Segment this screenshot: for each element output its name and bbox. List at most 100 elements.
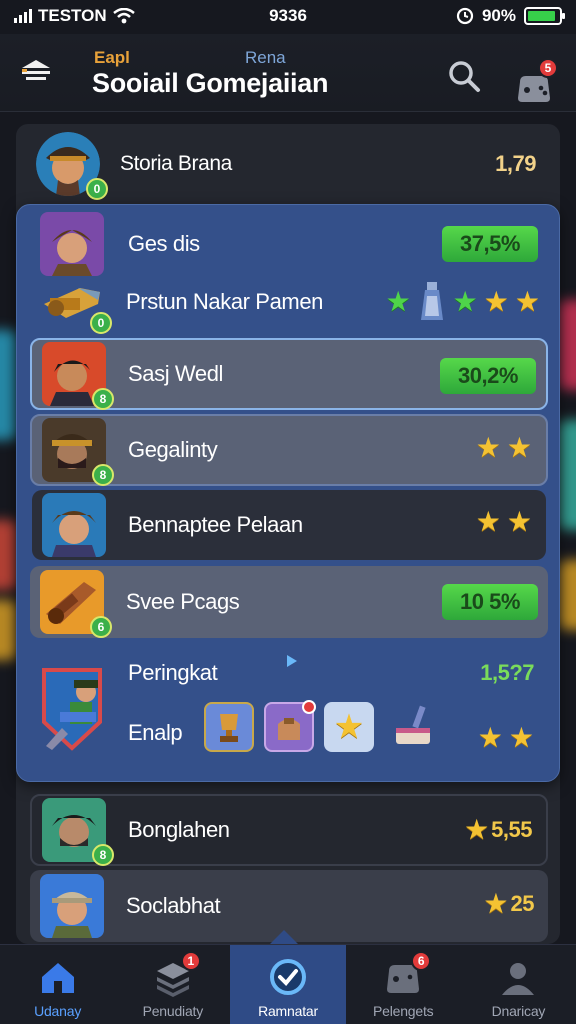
player-name: Gegalinty — [128, 437, 218, 462]
nav-label: Penudiaty — [142, 1003, 204, 1019]
star-icon: ★ — [464, 814, 490, 845]
alarm-icon — [456, 7, 474, 25]
star-icon: ★ — [475, 506, 501, 537]
avatar: 8 — [42, 342, 114, 410]
reward-item-chest[interactable] — [204, 702, 254, 752]
rank-score: 1,5?7 — [480, 660, 534, 685]
leaderboard-row[interactable]: 6 Svee Pcags 10 5% — [30, 566, 548, 638]
player-name: Bennaptee Pelaan — [128, 512, 303, 537]
rank-summary-block[interactable]: Peringkat 1,5?7 Enalp ★ ★ ★ — [40, 654, 548, 766]
profile-icon — [502, 963, 535, 995]
nav-label: Dnaricay — [491, 1003, 546, 1019]
star-icon: ★ — [508, 722, 534, 753]
active-tab-indicator — [270, 930, 298, 944]
background-glow — [558, 300, 576, 390]
carrier-name: TESTON — [38, 6, 107, 25]
nav-item-stack[interactable]: 1 Penudiaty — [115, 945, 230, 1024]
level-badge: 6 — [90, 616, 112, 638]
app-header: Eapl Rena Sooiail Gomejaiian 5 — [0, 34, 576, 112]
header-subtitle-left: Eapl — [94, 48, 130, 67]
nav-item-games[interactable]: 6 Pelengets — [346, 945, 461, 1024]
avatar: 8 — [42, 418, 114, 486]
player-name: Sasj Wedl — [128, 361, 224, 386]
leaderboard-row[interactable]: 8 Bonglahen ★ 5,55 — [30, 794, 548, 866]
avatar — [42, 493, 106, 557]
player-score: 25 — [510, 891, 535, 916]
menu-button[interactable] — [18, 56, 54, 86]
nav-label: Pelengets — [372, 1003, 434, 1019]
player-name: Bonglahen — [128, 817, 230, 842]
player-score: 5,55 — [491, 817, 532, 842]
notification-badge: 5 — [538, 58, 558, 78]
avatar — [40, 874, 104, 938]
star-icon: ★ — [514, 286, 540, 317]
leaderboard-row[interactable]: 8 Gegalinty ★ ★ — [30, 414, 548, 486]
bag-icon — [278, 718, 300, 740]
leaderboard-row[interactable]: Bennaptee Pelaan ★ ★ — [32, 490, 546, 560]
trophy-icon — [220, 714, 238, 742]
star-icon: ★ — [477, 722, 503, 753]
reward-item-bag[interactable] — [264, 700, 316, 752]
nav-item-clock[interactable]: Ramnatar — [230, 945, 346, 1024]
avatar — [40, 212, 104, 276]
menu-icon — [22, 60, 50, 80]
player-name: Storia Brana — [120, 152, 232, 175]
level-badge: 8 — [92, 844, 114, 866]
player-name: Prstun Nakar Pamen — [126, 289, 323, 314]
background-glow — [558, 420, 576, 530]
player-name: Svee Pcags — [126, 589, 240, 614]
play-indicator-icon — [287, 655, 297, 667]
leaderboard-row-highlighted[interactable]: 8 Sasj Wedl 30,2% — [30, 338, 548, 410]
leaderboard-row[interactable]: Ges dis 37,5% — [40, 212, 548, 276]
home-icon — [41, 963, 74, 993]
score-badge: 10 5% — [442, 584, 538, 620]
avatar: 6 — [40, 570, 112, 638]
star-icon: ★ — [506, 506, 532, 537]
level-badge: 0 — [86, 178, 108, 200]
cake-icon — [396, 705, 430, 744]
star-icon: ★ — [475, 432, 501, 463]
star-icon: ★ — [333, 708, 365, 746]
clock: 9336 — [269, 6, 307, 25]
nav-badge: 1 — [180, 951, 201, 971]
player-name: Ges dis — [128, 231, 200, 256]
avatar: 0 — [40, 274, 112, 334]
nav-item-profile[interactable]: Dnaricay — [461, 945, 576, 1024]
star-icon: ★ — [483, 286, 509, 317]
score-badge: 30,2% — [440, 358, 536, 394]
score-badge: 37,5% — [442, 226, 538, 262]
battery-percent: 90% — [481, 6, 516, 25]
clock-icon — [270, 959, 306, 995]
avatar — [40, 662, 120, 758]
nav-item-home[interactable]: Udanay — [0, 945, 115, 1024]
reward-label: Enalp — [128, 720, 183, 745]
level-badge: 8 — [92, 464, 114, 486]
game-notifications-button[interactable]: 5 — [514, 58, 558, 104]
search-icon — [449, 61, 480, 92]
bottom-navigation: Udanay 1 Penudiaty Ramnatar 6 Pelengets … — [0, 944, 576, 1024]
search-button[interactable] — [444, 56, 484, 96]
nav-badge: 6 — [411, 951, 432, 971]
avatar: 0 — [36, 132, 108, 200]
leaderboard-row[interactable]: 0 Prstun Nakar Pamen ★ ★ ★ ★ — [40, 274, 548, 334]
background-glow — [558, 560, 576, 630]
status-bar: TESTON 9336 90% — [0, 0, 576, 32]
header-subtitle-right: Rena — [245, 48, 286, 67]
leaderboard-row-top[interactable]: 0 Storia Brana 1,79 — [36, 132, 546, 200]
nav-label: Ramnatar — [258, 1003, 318, 1019]
star-icon: ★ — [506, 432, 532, 463]
avatar: 8 — [42, 798, 114, 866]
nav-label: Udanay — [34, 1003, 82, 1019]
level-badge: 8 — [92, 388, 114, 410]
level-badge: 0 — [90, 312, 112, 334]
signal-icon — [14, 9, 32, 23]
potion-icon — [420, 282, 443, 320]
player-name: Soclabhat — [126, 893, 221, 918]
rank-label: Peringkat — [128, 660, 218, 685]
battery-icon — [524, 7, 565, 25]
star-icon: ★ — [483, 888, 509, 919]
page-title: Sooiail Gomejaiian — [92, 68, 329, 98]
reward-item-star[interactable]: ★ — [324, 702, 374, 752]
player-score: 1,79 — [495, 151, 536, 176]
star-icon: ★ — [385, 286, 411, 317]
